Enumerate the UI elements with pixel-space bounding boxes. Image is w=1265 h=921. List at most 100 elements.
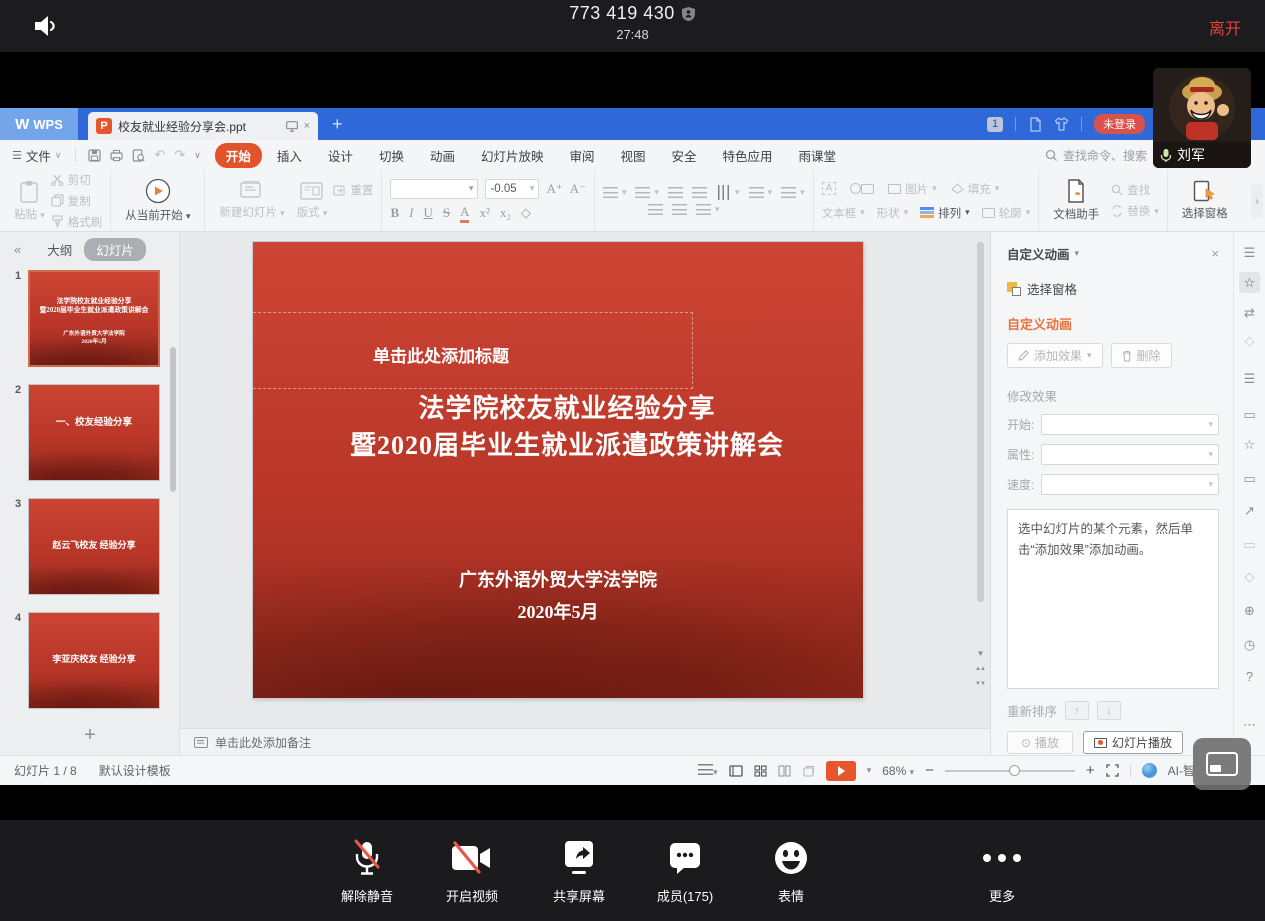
clear-format-icon[interactable]: ◇ (521, 205, 531, 221)
indent-para-button[interactable] (648, 204, 663, 215)
paste-button[interactable]: 粘贴 ▾ (8, 180, 51, 222)
tab-animation[interactable]: 动画 (419, 143, 466, 168)
play-button[interactable]: ⊙播放 (1007, 731, 1073, 754)
strip-star-icon[interactable]: ☆ (1244, 438, 1256, 451)
scroll-down-icon[interactable]: ▼ (977, 650, 984, 658)
tab-insert[interactable]: 插入 (266, 143, 313, 168)
ai-beautify-icon[interactable] (1142, 763, 1157, 778)
notes-view-icon[interactable]: ▾ (698, 764, 718, 777)
present-mode-icon[interactable] (286, 121, 298, 132)
format-painter-button[interactable]: 格式刷 (51, 214, 103, 230)
floating-window-button[interactable] (1193, 738, 1251, 790)
participant-video-tile[interactable]: 刘军 (1153, 68, 1251, 168)
next-slide-button[interactable]: ▼▼ (975, 680, 985, 688)
bullets-button[interactable]: ▾ (603, 187, 627, 198)
slideshow-options-icon[interactable]: ▾ (867, 765, 872, 776)
reorder-down-button[interactable]: ↓ (1097, 701, 1121, 720)
slide-thumbnail-1[interactable]: 1 法学院校友就业经验分享 暨2020届毕业生就业派遣政策讲解会 广东外语外贸大… (28, 270, 160, 367)
decrease-indent-button[interactable] (668, 187, 683, 198)
members-button[interactable]: 成员(175) (630, 836, 740, 905)
delete-effect-button[interactable]: 删除 (1111, 343, 1172, 368)
canvas-scrollbar[interactable] (977, 242, 984, 602)
split-view-icon[interactable] (778, 765, 791, 777)
zoom-percent[interactable]: 68% ▾ (882, 764, 914, 778)
strip-history-icon[interactable]: ◷ (1244, 638, 1255, 651)
reorder-up-button[interactable]: ↑ (1065, 701, 1089, 720)
slide-sorter-icon[interactable] (754, 765, 767, 777)
line-spacing-button[interactable]: ▾ (749, 187, 773, 198)
clothes-skin-icon[interactable] (1054, 117, 1069, 131)
outline-tab[interactable]: 大纲 (47, 240, 72, 259)
outline-button[interactable]: 轮廓▾ (982, 205, 1031, 221)
command-search[interactable]: 查找命令、搜索 (1045, 147, 1147, 164)
cycle-view-icon[interactable] (802, 765, 815, 777)
numbering-button[interactable]: ▾ (635, 187, 659, 198)
slide-subtitle[interactable]: 广东外语外贸大学法学院 2020年5月 (253, 564, 863, 628)
outdent-para-button[interactable] (672, 204, 687, 215)
add-effect-button[interactable]: 添加效果 ▾ (1007, 343, 1103, 368)
login-status-badge[interactable]: 未登录 (1094, 114, 1145, 134)
print-preview-icon[interactable] (132, 149, 145, 162)
strip-help-icon[interactable]: ? (1246, 670, 1253, 683)
italic-button[interactable]: I (409, 205, 413, 221)
slide-thumbnail-3[interactable]: 3 赵云飞校友 经验分享 (28, 498, 160, 595)
superscript-button[interactable]: x² (479, 205, 489, 221)
strip-properties-icon[interactable]: ☰ (1244, 372, 1256, 385)
replace-button[interactable]: 替换▾ (1111, 203, 1159, 219)
document-tab[interactable]: P 校友就业经验分享会.ppt × (88, 112, 318, 140)
save-icon[interactable] (88, 149, 101, 162)
tab-home[interactable]: 开始 (215, 143, 262, 168)
doc-assistant-button[interactable]: 文档助手 (1047, 179, 1105, 222)
strip-audio-icon[interactable]: ◇ (1245, 570, 1255, 583)
columns-button[interactable]: ▾ (781, 187, 805, 198)
start-video-button[interactable]: 开启视频 (417, 836, 527, 905)
share-screen-button[interactable]: 共享屏幕 (524, 836, 634, 905)
speed-select[interactable]: ▾ (1041, 474, 1219, 495)
strip-share-icon[interactable]: ↗ (1244, 504, 1255, 517)
print-icon[interactable] (110, 149, 123, 162)
zoom-out-icon[interactable]: − (925, 763, 934, 778)
strip-image-icon[interactable]: ▭ (1243, 538, 1255, 551)
tab-review[interactable]: 审阅 (558, 143, 605, 168)
ai-beautify-label[interactable]: AI-智 (1168, 762, 1195, 779)
slide-title[interactable]: 法学院校友就业经验分享 暨2020届毕业生就业派遣政策讲解会 (253, 390, 881, 464)
cut-button[interactable]: 剪切 (51, 172, 103, 188)
tab-special-apps[interactable]: 特色应用 (712, 143, 784, 168)
ribbon-expand-button[interactable]: › (1251, 184, 1263, 218)
new-slide-button[interactable]: 新建幻灯片 ▾ (213, 181, 290, 220)
textbox-button[interactable]: 文本框▾ (822, 205, 865, 221)
new-tab-button[interactable]: + (332, 114, 343, 135)
arrange-button[interactable]: 排列▾ (920, 205, 970, 221)
template-name[interactable]: 默认设计模板 (99, 762, 171, 779)
title-placeholder-text[interactable]: 单击此处添加标题 (373, 342, 509, 367)
increase-indent-button[interactable] (692, 187, 707, 198)
start-select[interactable]: ▾ (1041, 414, 1219, 435)
textbox-frame-icon[interactable]: A (822, 182, 837, 195)
shapes-button[interactable]: 形状▾ (877, 205, 909, 221)
more-button[interactable]: 更多 (947, 836, 1057, 905)
tab-slideshow[interactable]: 幻灯片放映 (470, 143, 555, 168)
selection-pane-link[interactable]: 选择窗格 (1007, 279, 1219, 298)
collapse-panel-icon[interactable]: « (14, 242, 21, 257)
strip-animation-icon[interactable]: ☆ (1239, 272, 1261, 293)
strip-layout-icon[interactable]: ▭ (1243, 408, 1255, 421)
fit-screen-icon[interactable] (1106, 764, 1119, 777)
font-size-select[interactable]: -0.05▾ (485, 179, 539, 199)
decrease-font-icon[interactable]: A⁻ (570, 181, 586, 197)
text-direction-button[interactable]: ▾ (716, 187, 740, 198)
unmute-button[interactable]: 解除静音 (312, 836, 422, 905)
wps-logo[interactable]: WWPS (0, 108, 78, 140)
close-tab-icon[interactable]: × (304, 120, 310, 132)
selection-pane-button[interactable]: 选择窗格 (1176, 180, 1234, 221)
strikethrough-button[interactable]: S (443, 205, 450, 221)
picture-button[interactable]: 图片▾ (888, 181, 937, 197)
leave-meeting-button[interactable]: 离开 (1209, 15, 1241, 39)
main-slide[interactable]: 单击此处添加标题 法学院校友就业经验分享 暨2020届毕业生就业派遣政策讲解会 … (253, 242, 863, 698)
pane-title-chevron-icon[interactable]: ▾ (1075, 248, 1080, 259)
layout-button[interactable]: 版式 ▾ (291, 181, 334, 220)
sidebar-scrollbar[interactable] (170, 347, 176, 492)
strip-more-icon[interactable]: ⋯ (1243, 718, 1256, 731)
subscript-button[interactable]: x₂ (500, 205, 511, 221)
strip-switch-icon[interactable]: ⇄ (1244, 306, 1255, 319)
tab-security[interactable]: 安全 (661, 143, 708, 168)
